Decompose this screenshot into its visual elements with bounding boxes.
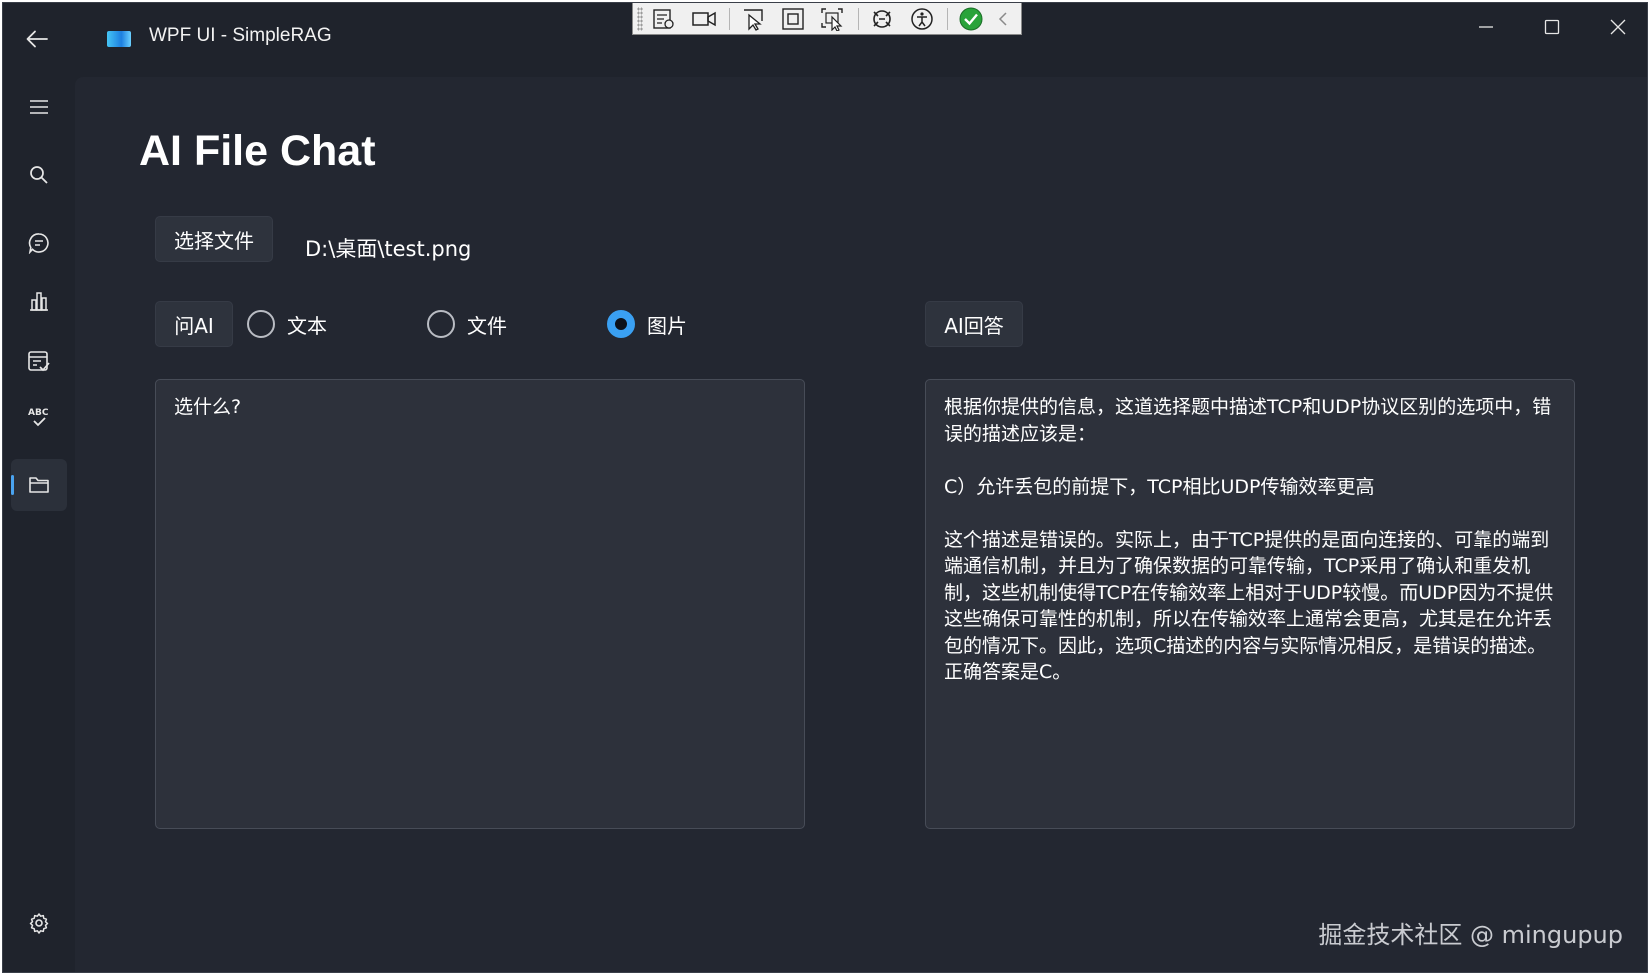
accessibility-checker-button[interactable]: [907, 6, 937, 32]
ai-answer-button[interactable]: AI回答: [925, 301, 1023, 347]
nav-item-chat[interactable]: [11, 217, 67, 269]
record-button[interactable]: [689, 6, 719, 32]
toolbar-separator: [858, 7, 859, 30]
form-checklist-icon: [28, 351, 50, 372]
toolbar-separator: [947, 7, 948, 30]
active-indicator: [11, 475, 14, 495]
app-icon: [107, 31, 131, 47]
radio-label: 图片: [647, 313, 687, 338]
binding-failures-button[interactable]: [867, 6, 897, 32]
nav-item-chart[interactable]: [11, 275, 67, 327]
radio-circle-unchecked: [247, 310, 275, 338]
nav-item-search[interactable]: [11, 149, 67, 201]
back-arrow-icon: [26, 30, 48, 48]
nav-item-form[interactable]: [11, 335, 67, 387]
maximize-icon: [1544, 19, 1560, 35]
binding-failures-icon: [873, 9, 891, 28]
file-path-text: D:\桌面\test.png: [305, 237, 472, 261]
radio-file[interactable]: 文件: [427, 308, 507, 340]
radio-label: 文本: [287, 313, 327, 338]
folder-icon: [29, 477, 49, 493]
nav-item-spellcheck[interactable]: ABC: [11, 391, 67, 443]
video-camera-icon: [692, 11, 716, 26]
hamburger-menu-button[interactable]: [11, 81, 67, 133]
toolbar-separator: [729, 7, 730, 30]
svg-text:ABC: ABC: [28, 408, 49, 418]
accessibility-icon: [911, 7, 933, 30]
radio-label: 文件: [467, 313, 507, 338]
app-window: WPF UI - SimpleRAG ABC AI File Chat 选择文件…: [2, 2, 1648, 973]
bar-chart-icon: [30, 292, 48, 311]
close-icon: [1610, 19, 1626, 35]
layout-adorner-icon: [782, 7, 804, 30]
nav-item-files[interactable]: [11, 459, 67, 511]
page-title: AI File Chat: [139, 127, 376, 175]
close-button[interactable]: [1595, 11, 1641, 43]
spellcheck-abc-icon: ABC: [28, 408, 49, 427]
debug-toolbar: [632, 3, 1022, 35]
radio-image[interactable]: 图片: [607, 308, 687, 340]
maximize-button[interactable]: [1529, 11, 1575, 43]
answer-output[interactable]: 根据你提供的信息，这道选择题中描述TCP和UDP协议区别的选项中，错误的描述应该…: [925, 379, 1575, 829]
search-icon: [30, 166, 48, 184]
radio-circle-unchecked: [427, 310, 455, 338]
collapse-toolbar-button[interactable]: [996, 6, 1010, 32]
visual-tree-icon: [653, 8, 674, 29]
window-title: WPF UI - SimpleRAG: [149, 25, 332, 46]
track-focus-icon: [821, 7, 843, 31]
radio-circle-checked: [607, 310, 635, 338]
select-element-button[interactable]: [738, 6, 768, 32]
track-focused-element-button[interactable]: [818, 6, 848, 32]
nav-item-settings[interactable]: [11, 897, 67, 949]
display-layout-adorners-button[interactable]: [778, 6, 808, 32]
minimize-icon: [1479, 26, 1493, 28]
radio-text[interactable]: 文本: [247, 308, 327, 340]
question-input[interactable]: 选什么?: [155, 379, 805, 829]
chat-bubble-icon: [28, 233, 49, 254]
back-button[interactable]: [17, 21, 57, 57]
ask-ai-button[interactable]: 问AI: [155, 301, 233, 347]
select-file-button[interactable]: 选择文件: [155, 216, 273, 262]
minimize-button[interactable]: [1463, 11, 1509, 43]
toolbar-grip[interactable]: [637, 6, 643, 31]
live-visual-tree-button[interactable]: [649, 6, 679, 32]
chevron-left-icon: [998, 11, 1007, 26]
main-content: AI File Chat 选择文件 D:\桌面\test.png 问AI 文本 …: [75, 77, 1647, 972]
hot-reload-status-button[interactable]: [956, 6, 986, 32]
watermark: 掘金技术社区 @ mingupup: [1318, 921, 1623, 949]
green-check-icon: [959, 7, 983, 30]
hamburger-menu-icon: [30, 100, 48, 114]
cursor-select-icon: [744, 8, 763, 31]
gear-icon: [29, 913, 49, 934]
navigation-sidebar: ABC: [3, 75, 75, 972]
